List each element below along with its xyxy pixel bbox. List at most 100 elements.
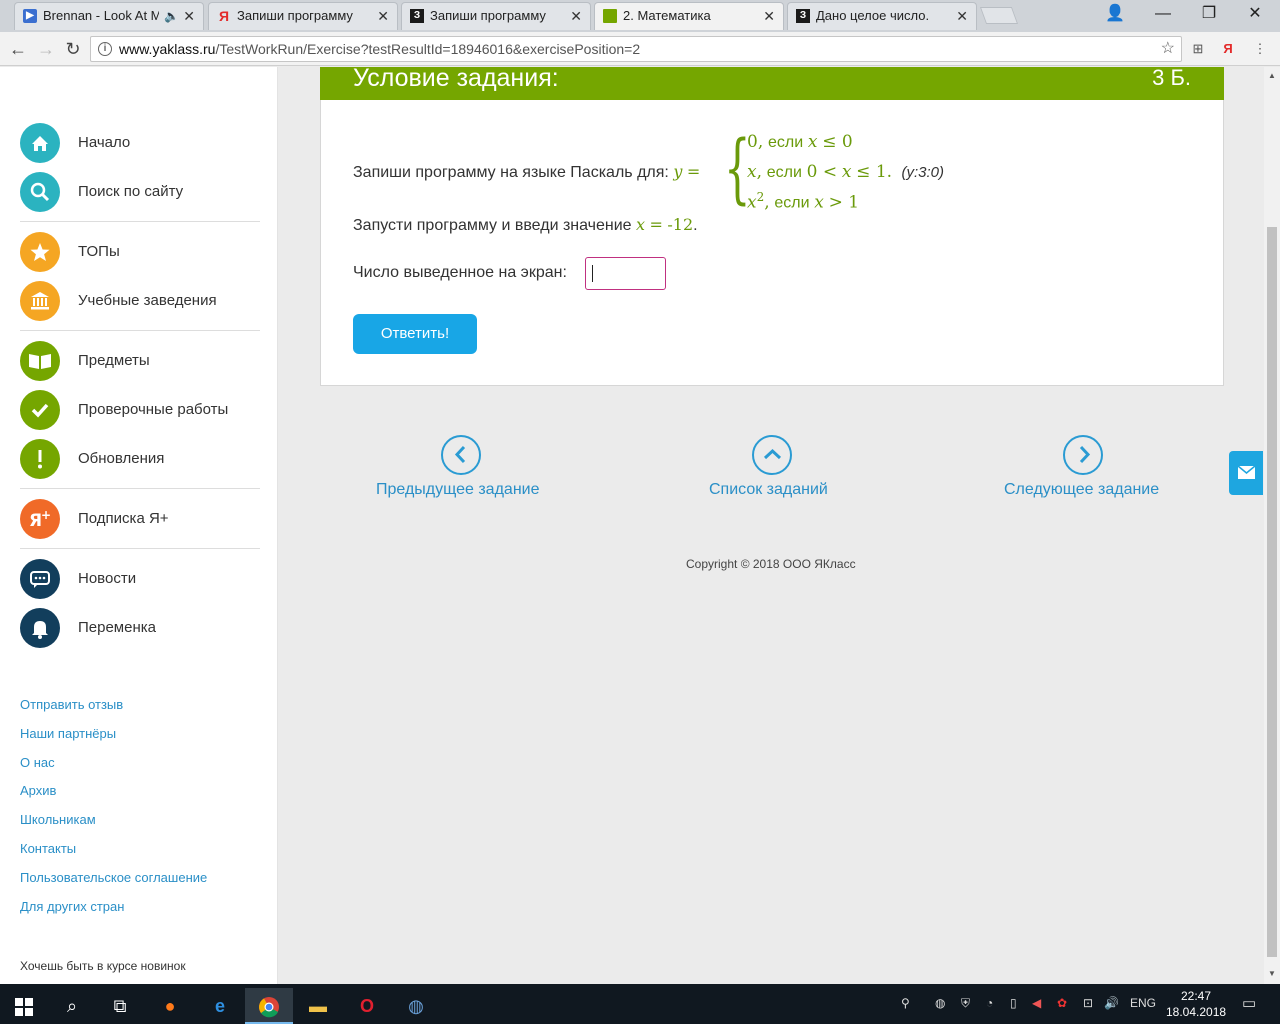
chrome-icon[interactable] (245, 988, 293, 1024)
sidebar-item-home[interactable]: Начало (20, 123, 270, 163)
forward-icon[interactable]: → (33, 36, 59, 62)
back-icon[interactable]: ← (5, 36, 31, 62)
tray-warning-icon[interactable]: ◀ (1032, 996, 1041, 1010)
info-icon[interactable]: i (98, 42, 112, 56)
sidebar-item-break[interactable]: Переменка (20, 608, 270, 648)
exclamation-icon (20, 439, 60, 479)
sidebar-item-label: ТОПы (78, 243, 120, 260)
task-run-text: Запусти программу и введи значение (353, 217, 632, 234)
task-view-icon[interactable]: ⧉ (96, 988, 144, 1024)
explorer-folder-icon[interactable]: ▬ (294, 988, 342, 1024)
address-bar[interactable]: i www.yaklass.ru/TestWorkRun/Exercise?te… (90, 36, 1182, 62)
close-window-button[interactable]: ✕ (1232, 0, 1278, 28)
network-icon[interactable]: ⊡ (1083, 996, 1093, 1010)
clock-time: 22:47 (1180, 989, 1212, 1003)
usb-icon[interactable]: ▯ (1010, 996, 1017, 1010)
task-header: Условие задания: 3 Б. (320, 64, 1224, 100)
browser-tab[interactable]: ▶ Brennan - Look At Me 🔈 ✕ (14, 2, 204, 30)
submit-answer-button[interactable]: Ответить! (353, 314, 477, 354)
volume-icon[interactable]: 🔊 (1104, 996, 1119, 1010)
people-icon[interactable]: ⚲ (901, 996, 910, 1010)
new-tab-button[interactable] (979, 7, 1019, 24)
task-run-line: Запусти программу и введи значение x = -… (353, 215, 698, 234)
tab-title: 2. Математика (623, 8, 711, 23)
profile-icon[interactable]: 👤 (1092, 0, 1138, 28)
znanija-icon: З (410, 9, 424, 23)
edge-icon[interactable]: e (196, 988, 244, 1024)
steam-icon[interactable]: ◍ (392, 988, 440, 1024)
close-tab-icon[interactable]: ✕ (763, 3, 775, 29)
answer-label: Число выведенное на экран: (353, 264, 567, 281)
search-icon[interactable]: ⌕ (48, 988, 96, 1024)
sidebar-item-tops[interactable]: ТОПы (20, 232, 270, 272)
scrollbar-thumb[interactable] (1267, 227, 1277, 957)
sidebar-link-contacts[interactable]: Контакты (20, 841, 76, 856)
system-clock[interactable]: 22:47 18.04.2018 (1166, 988, 1226, 1020)
check-icon (20, 390, 60, 430)
feedback-mail-button[interactable] (1229, 451, 1263, 495)
tray-app-red-icon[interactable]: ✿ (1057, 996, 1067, 1010)
browser-tab[interactable]: З Запиши программу на я ✕ (401, 2, 591, 30)
sidebar-item-news[interactable]: Новости (20, 559, 270, 599)
sidebar-link-about[interactable]: О нас (20, 755, 55, 770)
windows-start-icon[interactable] (0, 988, 48, 1024)
url-host: www.yaklass.ru (119, 41, 216, 57)
sidebar-item-label: Обновления (78, 450, 165, 467)
close-tab-icon[interactable]: ✕ (377, 3, 389, 29)
sidebar-link-feedback[interactable]: Отправить отзыв (20, 697, 123, 712)
chevron-left-icon (441, 435, 481, 475)
yandex-extension-icon[interactable]: Я (1219, 40, 1237, 58)
sidebar-item-subjects[interactable]: Предметы (20, 341, 270, 381)
close-tab-icon[interactable]: ✕ (570, 3, 582, 29)
browser-tab-active[interactable]: 2. Математика ✕ (594, 2, 784, 30)
prev-exercise-label: Предыдущее задание (376, 481, 540, 498)
browser-tab[interactable]: Я Запиши программу на я ✕ (208, 2, 398, 30)
notifications-icon[interactable]: ▭ (1242, 994, 1256, 1012)
defender-icon[interactable]: ⛨ (961, 996, 970, 1011)
tray-app-icon[interactable]: ◔ (986, 996, 993, 1010)
sidebar-item-search[interactable]: Поиск по сайту (20, 172, 270, 212)
chevron-up-icon (752, 435, 792, 475)
task-prompt-line: Запиши программу на языке Паскаль для: y… (353, 162, 700, 182)
steam-tray-icon[interactable]: ◍ (935, 996, 945, 1010)
sidebar-link-partners[interactable]: Наши партнёры (20, 726, 116, 741)
yaklass-icon (603, 9, 617, 23)
sidebar: Начало Поиск по сайту ТОПы Учебные завед… (0, 67, 278, 984)
maximize-button[interactable]: ❐ (1186, 0, 1232, 28)
task-header-title: Условие задания: (353, 64, 559, 92)
close-tab-icon[interactable]: ✕ (956, 3, 968, 29)
opera-icon[interactable]: O (343, 988, 391, 1024)
scroll-down-icon[interactable]: ▼ (1268, 969, 1276, 978)
formula-y: y (673, 162, 683, 181)
book-icon (20, 341, 60, 381)
speaker-icon[interactable]: 🔈 (164, 3, 179, 29)
input-language[interactable]: ENG (1130, 996, 1156, 1010)
reload-icon[interactable]: ↻ (60, 36, 86, 62)
scroll-up-icon[interactable]: ▲ (1268, 71, 1276, 80)
tab-title: Запиши программу на я (237, 8, 353, 23)
sidebar-item-label: Поиск по сайту (78, 183, 184, 200)
x-value: -12 (667, 215, 694, 234)
sidebar-item-institutions[interactable]: Учебные заведения (20, 281, 270, 321)
answer-input[interactable] (585, 257, 666, 290)
firefox-icon[interactable]: ● (146, 988, 194, 1024)
sidebar-link-other-countries[interactable]: Для других стран (20, 899, 124, 914)
extension-icon[interactable]: ⊞ (1189, 40, 1207, 58)
sidebar-item-tests[interactable]: Проверочные работы (20, 390, 270, 430)
divider (20, 330, 260, 331)
svg-text:+: + (41, 508, 51, 522)
sidebar-link-students[interactable]: Школьникам (20, 812, 96, 827)
sidebar-item-updates[interactable]: Обновления (20, 439, 270, 479)
play-icon: ▶ (23, 9, 37, 23)
browser-tab[interactable]: З Дано целое число. Если ✕ (787, 2, 977, 30)
sidebar-link-agreement[interactable]: Пользовательское соглашение (20, 870, 207, 885)
minimize-button[interactable]: — (1140, 0, 1186, 28)
sidebar-item-label: Проверочные работы (78, 401, 229, 418)
menu-icon[interactable]: ⋮ (1251, 40, 1269, 58)
close-tab-icon[interactable]: ✕ (183, 3, 195, 29)
sidebar-link-archive[interactable]: Архив (20, 783, 56, 798)
bell-icon (20, 608, 60, 648)
sidebar-item-subscription[interactable]: Я + Подписка Я+ (20, 499, 270, 539)
bookmark-star-icon[interactable]: ☆ (1161, 37, 1175, 61)
page-scrollbar[interactable]: ▲ ▼ (1264, 67, 1280, 984)
